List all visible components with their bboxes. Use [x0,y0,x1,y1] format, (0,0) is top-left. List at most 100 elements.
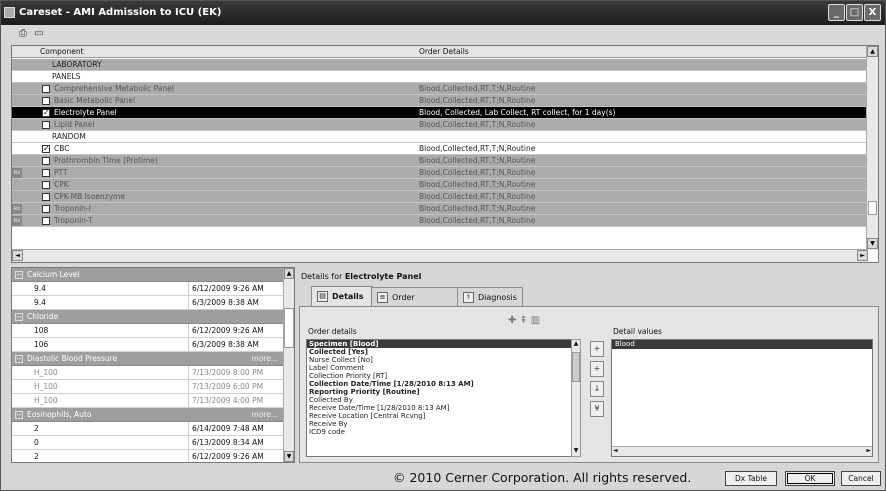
detail-values-list[interactable]: Blood ◄ ► [611,339,873,457]
insert-detail-button[interactable]: + [590,361,604,377]
chart-icon[interactable]: ▥ [531,315,543,326]
result-row[interactable]: H_100 7/13/2009 8:00 PM [12,366,284,380]
scroll-left-icon[interactable]: ◄ [613,447,618,454]
scroll-thumb[interactable] [868,201,877,215]
scroll-right-icon[interactable]: ► [857,250,868,261]
result-group-header[interactable]: − Eosinophils, Auto more... [12,408,284,422]
scroll-thumb[interactable] [284,308,294,348]
order-checkbox[interactable] [42,181,50,189]
move-down-button[interactable]: ↓ [590,381,604,397]
scroll-down-icon[interactable]: ▼ [867,238,878,249]
result-row[interactable]: 0 6/13/2009 8:34 AM [12,436,284,450]
tab-diagnosis[interactable]: ⚕ Diagnosis [457,287,523,306]
order-detail-item[interactable]: Receive Location [Central Rcvng] [307,412,577,420]
order-checkbox[interactable] [42,217,50,225]
order-row[interactable]: CPK-MB Isoenzyme Blood,Collected,RT,T;N,R… [12,191,868,203]
detail-value-item[interactable]: Blood [612,340,872,349]
order-detail-item[interactable]: Label Comment [307,364,577,372]
order-checkbox[interactable] [42,107,50,119]
order-detail-item[interactable]: Nurse Collect [No] [307,356,577,364]
result-row[interactable]: 9.4 6/12/2009 9:26 AM [12,282,284,296]
order-detail-item[interactable]: ICD9 code [307,428,577,436]
result-row[interactable]: 108 6/12/2009 9:26 AM [12,324,284,338]
order-detail-item[interactable]: Collection Priority [RT] [307,372,577,380]
insert-icon[interactable]: ⇞ [519,315,530,326]
order-detail-item[interactable]: Receive By [307,420,577,428]
column-header-order-details[interactable]: Order Details [419,46,469,57]
order-checkbox[interactable] [42,97,50,105]
collapse-icon[interactable]: − [15,271,23,279]
order-checkbox[interactable] [42,143,50,155]
order-checkbox[interactable] [42,157,50,165]
collapse-icon[interactable]: − [15,313,23,321]
cancel-button[interactable]: Cancel [841,471,881,486]
order-row[interactable]: LABORATORY [12,59,868,71]
result-group-header[interactable]: − Calcium Level [12,268,284,282]
collapse-icon[interactable]: − [15,355,23,363]
results-scrollbar[interactable]: ▲ ▼ [283,268,294,462]
order-row[interactable]: PANELS [12,71,868,83]
order-row[interactable]: Rx PTT Blood,Collected,RT,T;N,Routine [12,167,868,179]
result-row[interactable]: H_100 7/13/2009 6:00 PM [12,380,284,394]
order-row[interactable]: Rx Troponin-I Blood,Collected,RT,T;N,Routi… [12,203,868,215]
result-row[interactable]: 106 6/3/2009 8:38 AM [12,338,284,352]
detail-values-horizontal-scrollbar[interactable]: ◄ ► [612,446,872,456]
order-detail-item[interactable]: Collected By [307,396,577,404]
order-row[interactable]: Prothrombin Time (Protime) Blood,Collecte… [12,155,868,167]
maximize-button[interactable]: □ [846,4,863,21]
order-checkbox[interactable] [42,169,50,177]
scroll-down-icon[interactable]: ▼ [284,451,294,462]
result-value: 0 [34,438,39,447]
order-checkbox[interactable] [42,121,50,129]
result-group-header[interactable]: − Chloride [12,310,284,324]
tab-order-comments[interactable]: ≡Order Comments [371,287,459,321]
order-detail-item[interactable]: Specimen [Blood] [307,340,577,348]
order-row[interactable]: Basic Metabolic Panel Blood,Collected,RT,… [12,95,868,107]
order-details-scrollbar[interactable]: ▲ ▼ [571,339,581,457]
result-row[interactable]: 9.4 6/3/2009 8:38 AM [12,296,284,310]
tab-details[interactable]: ▤ Details [311,286,373,307]
order-details: Blood,Collected,RT,T;N,Routine [419,204,536,213]
order-row[interactable]: Lipid Panel Blood,Collected,RT,T;N,Routin… [12,119,868,131]
ok-button[interactable]: OK [785,471,835,486]
order-checkbox[interactable] [42,205,50,213]
scroll-down-icon[interactable]: ▼ [572,447,580,456]
order-detail-item[interactable]: Reporting Priority [Routine] [307,388,577,396]
order-row[interactable]: Comprehensive Metabolic Panel Blood,Colle… [12,83,868,95]
scroll-right-icon[interactable]: ► [866,447,871,454]
collapse-icon[interactable]: − [15,411,23,419]
scroll-left-icon[interactable]: ◄ [12,250,23,261]
print-icon[interactable]: ⎙ [17,28,29,39]
orders-horizontal-scrollbar[interactable]: ◄ ► [12,249,868,262]
scroll-thumb[interactable] [572,352,580,382]
column-header-component[interactable]: Component [40,46,84,57]
order-detail-item[interactable]: Collected [Yes] [307,348,577,356]
order-checkbox[interactable] [42,85,50,93]
more-link[interactable]: more... [251,408,278,422]
orders-vertical-scrollbar[interactable]: ▲ ▼ [866,46,878,250]
scroll-up-icon[interactable]: ▲ [867,46,878,57]
close-button[interactable]: X [864,4,881,21]
order-row[interactable]: RANDOM [12,131,868,143]
scroll-up-icon[interactable]: ▲ [284,268,294,279]
minimize-button[interactable]: _ [828,4,845,21]
order-row[interactable]: Electrolyte Panel Blood, Collected, Lab C… [12,107,868,119]
order-details-list[interactable]: Specimen [Blood] Collected [Yes] Nurse Col… [306,339,578,457]
order-detail-item[interactable]: Receive Date/Time [1/28/2010 8:13 AM] [307,404,577,412]
order-row[interactable]: Rx Troponin-T Blood,Collected,RT,T;N,Routi… [12,215,868,227]
scroll-up-icon[interactable]: ▲ [572,340,580,349]
order-row[interactable]: CBC Blood,Collected,RT,T;N,Routine [12,143,868,155]
preview-icon[interactable]: ▭ [33,28,45,39]
result-group-header[interactable]: − Diastolic Blood Pressure more... [12,352,284,366]
result-row[interactable]: 2 6/12/2009 9:26 AM [12,450,284,462]
add-detail-button[interactable]: + [590,341,604,357]
order-checkbox[interactable] [42,193,50,201]
order-row[interactable]: CPK Blood,Collected,RT,T;N,Routine [12,179,868,191]
order-detail-item[interactable]: Collection Date/Time [1/28/2010 8:13 AM] [307,380,577,388]
dx-table-button[interactable]: Dx Table [725,471,777,486]
add-icon[interactable]: ✚ [508,315,519,326]
result-row[interactable]: H_100 7/13/2009 4:00 PM [12,394,284,408]
collapse-button[interactable]: ¥ [590,401,604,417]
more-link[interactable]: more... [251,352,278,366]
result-row[interactable]: 2 6/14/2009 7:48 AM [12,422,284,436]
